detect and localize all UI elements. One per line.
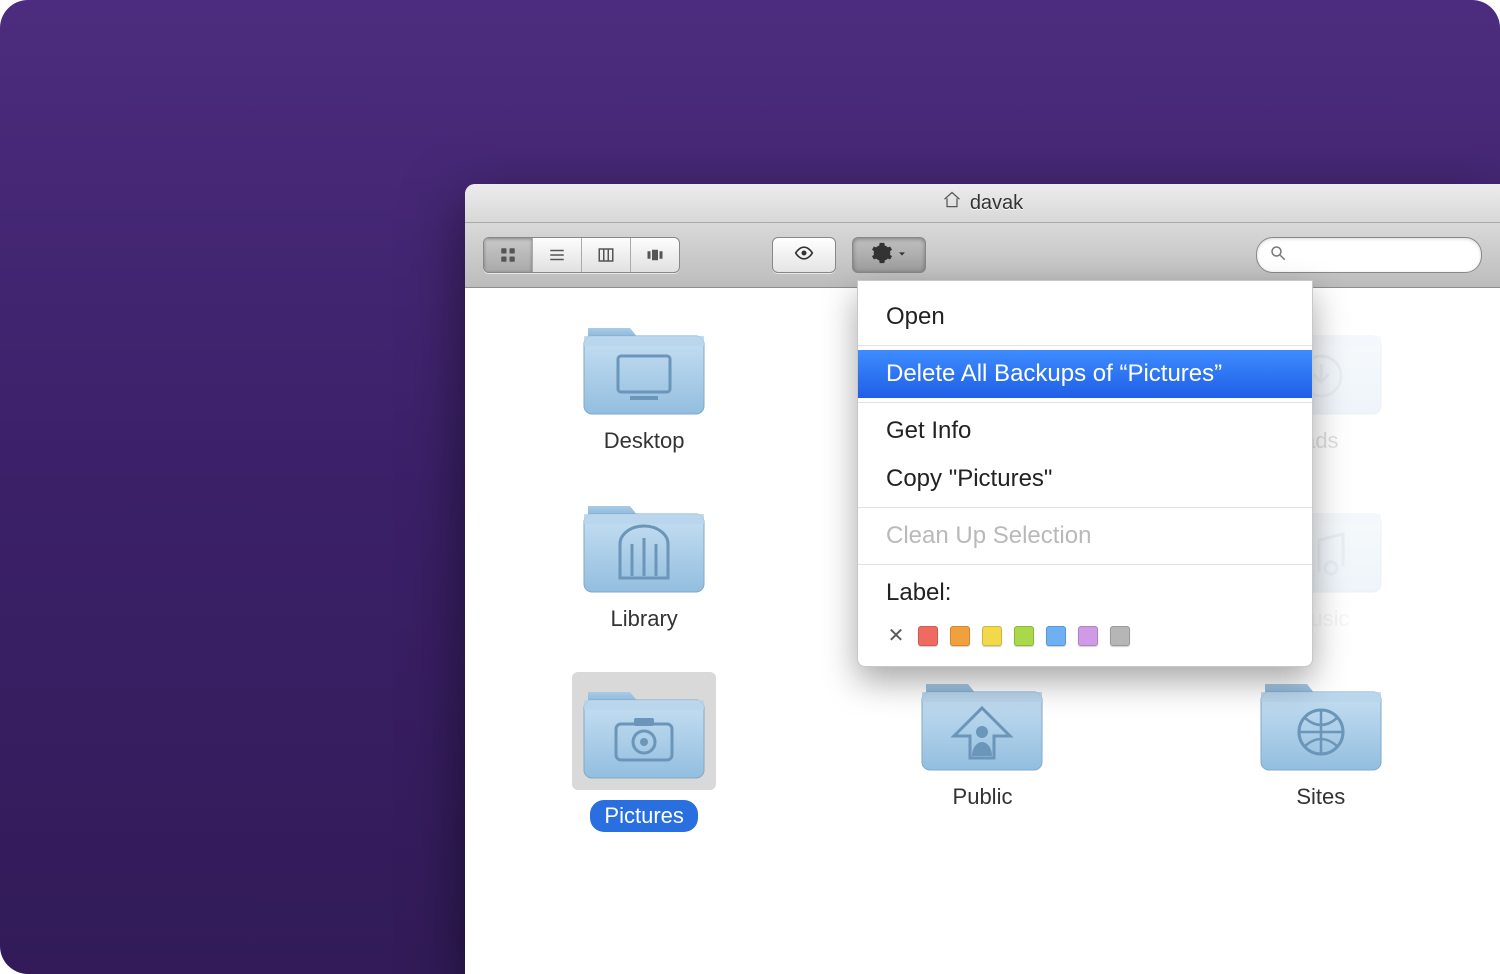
folder-label: Library [611,606,678,632]
folder-icon [580,494,708,596]
menu-separator [858,564,1312,565]
menu-separator [858,345,1312,346]
menu-label-header: Label: [858,569,1312,617]
folder-label: Public [953,784,1013,810]
folder-item-desktop[interactable]: Desktop [495,316,793,454]
menu-separator [858,507,1312,508]
menu-item[interactable]: Get Info [858,407,1312,455]
search-icon [1269,244,1287,267]
folder-label: Pictures [590,800,697,832]
folder-label: Desktop [604,428,685,454]
label-color-row: ✕ [858,617,1312,648]
folder-label: Sites [1296,784,1345,810]
folder-item-public[interactable]: Public [833,672,1131,832]
chevron-down-icon [897,246,907,264]
label-color-swatch[interactable] [982,626,1002,646]
menu-item[interactable]: Delete All Backups of “Pictures” [858,350,1312,398]
search-field[interactable] [1256,237,1482,273]
view-column-button[interactable] [582,238,631,272]
home-icon [942,190,962,216]
folder-item-sites[interactable]: Sites [1172,672,1470,832]
menu-item[interactable]: Copy "Pictures" [858,455,1312,503]
label-color-swatch[interactable] [1110,626,1130,646]
toolbar [465,223,1500,288]
view-icon-button[interactable] [484,238,533,272]
menu-separator [858,402,1312,403]
menu-item[interactable]: Open [858,293,1312,341]
view-mode-segmented [483,237,680,273]
window-title: davak [970,192,1023,215]
label-color-swatch[interactable] [918,626,938,646]
menu-item: Clean Up Selection [858,512,1312,560]
window-titlebar[interactable]: davak [465,184,1500,223]
folder-icon [918,672,1046,774]
label-none-button[interactable]: ✕ [886,623,906,648]
gear-icon [871,242,893,269]
label-color-swatch[interactable] [1014,626,1034,646]
action-dropdown-menu: Open Delete All Backups of “Pictures” Get … [857,280,1313,667]
folder-item-pictures[interactable]: Pictures [495,672,793,832]
folder-icon [580,316,708,418]
label-color-swatch[interactable] [1078,626,1098,646]
quicklook-button[interactable] [772,237,836,273]
label-color-swatch[interactable] [1046,626,1066,646]
view-coverflow-button[interactable] [631,238,679,272]
view-list-button[interactable] [533,238,582,272]
label-color-swatch[interactable] [950,626,970,646]
folder-item-library[interactable]: Library [495,494,793,632]
folder-icon [580,680,708,782]
eye-icon [791,243,817,268]
folder-icon [1257,672,1385,774]
action-menu-button[interactable] [852,237,926,273]
